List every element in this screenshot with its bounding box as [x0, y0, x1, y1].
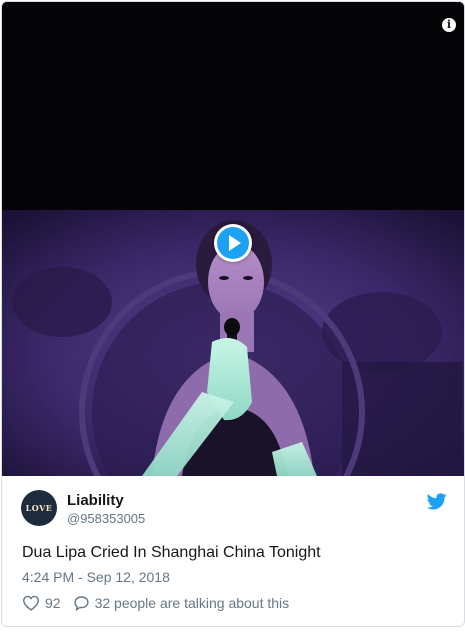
- like-count: 92: [45, 595, 61, 611]
- author-display-name[interactable]: Liability: [67, 492, 124, 509]
- tweet-actions: 92 32 people are talking about this: [22, 594, 289, 612]
- play-button-circle: [217, 227, 249, 259]
- tweet-timestamp[interactable]: 4:24 PM - Sep 12, 2018: [22, 569, 170, 585]
- twitter-bird-icon[interactable]: [427, 493, 447, 510]
- tweet-body: LOVE Liability @958353005 Dua Lipa Cried…: [2, 476, 464, 626]
- info-icon[interactable]: i: [442, 18, 456, 32]
- embedded-tweet-card: i LOVE Liability @958353005 Dua Lipa Cri…: [1, 1, 465, 627]
- heart-icon: [22, 595, 40, 611]
- like-button[interactable]: 92: [22, 595, 73, 611]
- tweet-text: Dua Lipa Cried In Shanghai China Tonight: [22, 544, 321, 561]
- author-handle[interactable]: @958353005: [67, 511, 145, 526]
- avatar-text: LOVE: [25, 503, 53, 513]
- video-player[interactable]: i: [2, 2, 464, 476]
- avatar[interactable]: LOVE: [21, 490, 57, 526]
- play-icon: [229, 235, 241, 251]
- speech-bubble-icon: [73, 596, 89, 611]
- talking-link[interactable]: 32 people are talking about this: [73, 595, 290, 611]
- talking-count-text: 32 people are talking about this: [94, 595, 290, 611]
- play-button[interactable]: [214, 224, 252, 262]
